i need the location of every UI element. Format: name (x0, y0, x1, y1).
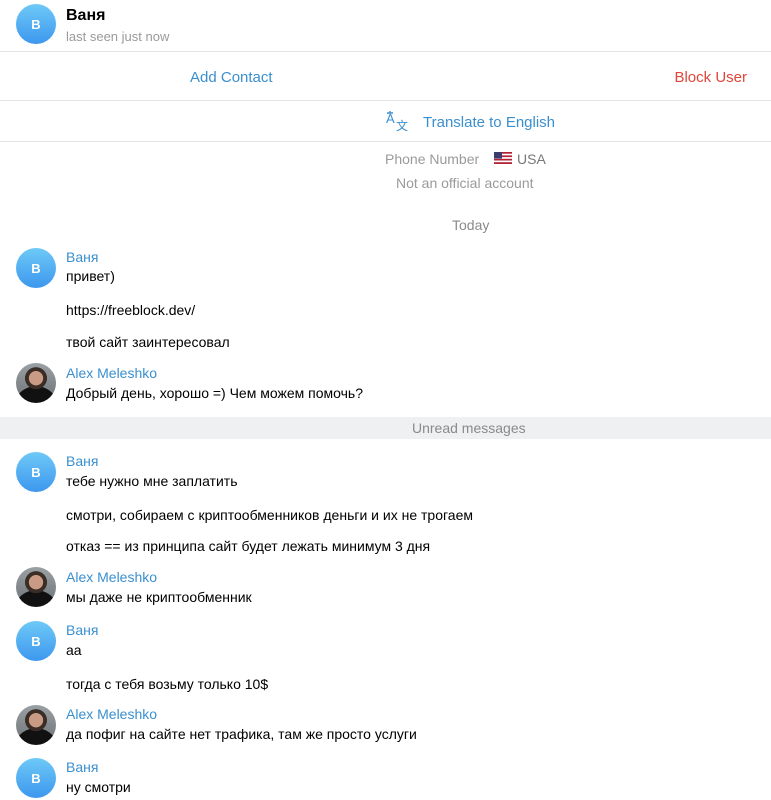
unread-messages-divider: Unread messages (0, 417, 771, 439)
message-text: смотри, собираем с криптообменников день… (66, 507, 473, 523)
phone-number-label: Phone Number (385, 151, 480, 167)
chat-header[interactable]: В Ваня last seen just now (0, 0, 771, 52)
message-text: ну смотри (66, 779, 131, 795)
message-sender[interactable]: Ваня (66, 453, 98, 469)
last-seen-status: last seen just now (66, 29, 170, 44)
message-sender[interactable]: Alex Meleshko (66, 706, 157, 722)
contact-action-bar: Add Contact Block User (0, 52, 771, 101)
block-user-button[interactable]: Block User (674, 69, 747, 86)
avatar[interactable] (16, 363, 56, 403)
official-account-note: Not an official account (396, 175, 534, 191)
avatar[interactable]: В (16, 621, 56, 661)
message-link[interactable]: https://freeblock.dev/ (66, 302, 195, 318)
chat-title: Ваня (66, 7, 106, 24)
message-text: привет) (66, 268, 115, 284)
translate-icon[interactable]: A 文 (385, 110, 411, 132)
message-text: мы даже не криптообменник (66, 589, 252, 605)
message-text: Добрый день, хорошо =) Чем можем помочь? (66, 385, 363, 401)
message-text: аа (66, 642, 82, 658)
message-sender[interactable]: Alex Meleshko (66, 365, 157, 381)
message-text: тебе нужно мне заплатить (66, 473, 238, 489)
avatar[interactable]: В (16, 4, 56, 44)
svg-text:文: 文 (396, 118, 408, 132)
avatar[interactable] (16, 567, 56, 607)
message-text: тогда с тебя возьму только 10$ (66, 676, 269, 692)
translate-to-english-link[interactable]: Translate to English (423, 114, 555, 131)
us-flag-icon (494, 152, 512, 164)
message-sender[interactable]: Alex Meleshko (66, 569, 157, 585)
unread-messages-label: Unread messages (412, 420, 526, 436)
message-sender[interactable]: Ваня (66, 759, 98, 775)
avatar[interactable] (16, 705, 56, 745)
message-sender[interactable]: Ваня (66, 622, 98, 638)
avatar[interactable]: В (16, 758, 56, 798)
chat-window: В Ваня last seen just now Add Contact Bl… (0, 0, 771, 800)
avatar[interactable]: В (16, 452, 56, 492)
message-sender[interactable]: Ваня (66, 249, 98, 265)
message-text: отказ == из принципа сайт будет лежать м… (66, 538, 431, 554)
date-separator: Today (452, 217, 490, 233)
avatar[interactable]: В (16, 248, 56, 288)
message-text: да пофиг на сайте нет трафика, там же пр… (66, 726, 417, 742)
country-label: USA (517, 151, 546, 167)
message-text: твой сайт заинтересовал (66, 334, 230, 350)
add-contact-button[interactable]: Add Contact (190, 69, 273, 86)
translate-bar[interactable]: A 文 Translate to English (0, 101, 771, 142)
